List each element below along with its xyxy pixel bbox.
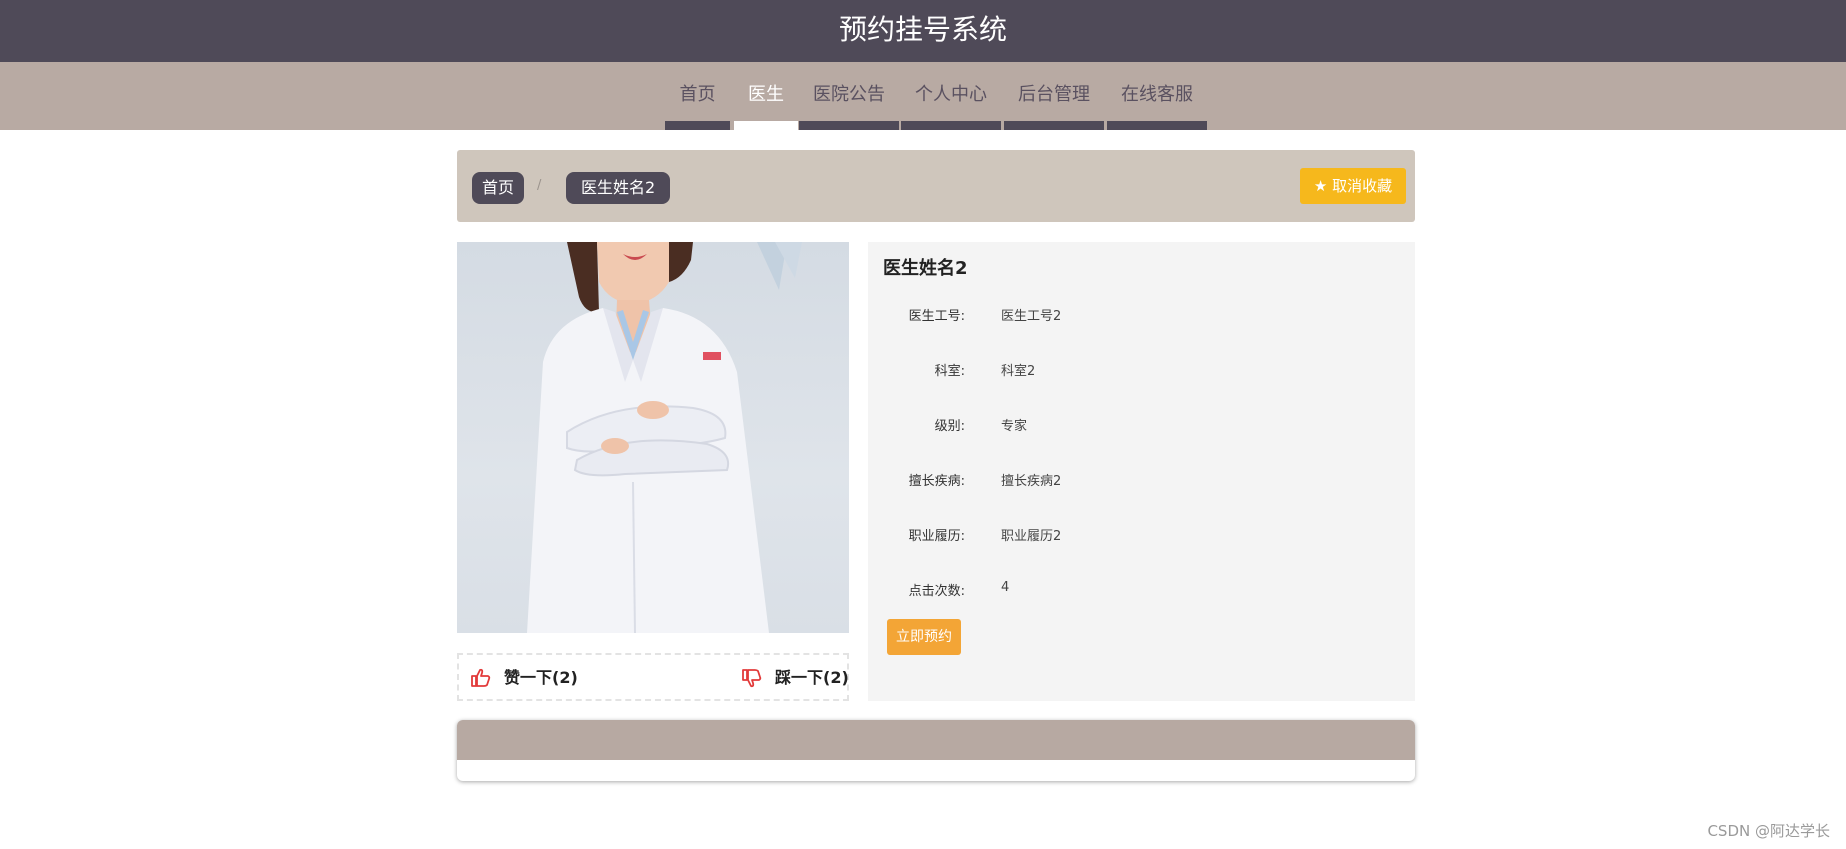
breadcrumb-current[interactable]: 医生姓名2 [566,172,671,204]
main-nav: 首页 医生 医院公告 个人中心 后台管理 在线客服 [0,62,1846,130]
site-title: 预约挂号系统 [838,13,1007,46]
nav-item-admin[interactable]: 后台管理 [1004,62,1104,130]
nav-item-online-service[interactable]: 在线客服 [1107,62,1207,130]
nav-underline [734,121,798,130]
nav-item-announcements[interactable]: 医院公告 [799,62,899,130]
nav-item-label: 在线客服 [1121,84,1193,105]
field-label: 职业履历: [908,529,965,544]
nav-item-doctors[interactable]: 医生 [734,62,798,130]
nav-item-personal-center[interactable]: 个人中心 [901,62,1001,130]
nav-underline [799,121,899,130]
book-now-button[interactable]: 立即预约 [887,619,961,655]
breadcrumb-home[interactable]: 首页 [472,172,525,204]
thumbs-up-icon [471,668,491,687]
star-icon: ★ [1313,177,1328,195]
field-label: 擅长疾病: [908,474,965,489]
nav-underline [901,121,1001,130]
like-label: 赞一下(2) [504,668,578,687]
doctor-name: 医生姓名2 [883,258,968,279]
thumbs-down-icon [742,669,762,688]
nav-item-label: 医院公告 [813,84,885,105]
unfavorite-label: 取消收藏 [1332,177,1393,195]
nav-underline [665,121,730,130]
field-label: 科室: [934,364,965,379]
nav-item-home[interactable]: 首页 [665,62,730,130]
comment-card-header [457,720,1415,760]
field-label: 医生工号: [908,309,965,324]
field-value: 擅长疾病2 [1001,474,1062,489]
top-header: 预约挂号系统 [0,0,1846,62]
comment-card [457,720,1415,781]
vote-box: 赞一下(2) 踩一下(2) [457,653,849,701]
field-value: 4 [1001,580,1010,595]
field-label: 点击次数: [908,584,965,599]
nav-underline [1004,121,1104,130]
doctor-photo [457,242,849,633]
breadcrumb-separator: / [537,178,542,193]
nav-item-label: 医生 [748,84,784,105]
doctor-info-panel: 医生姓名2 医生工号: 医生工号2 科室: 科室2 级别: 专家 擅长疾病: 擅… [868,242,1415,701]
nav-item-label: 个人中心 [915,84,987,105]
unfavorite-button[interactable]: ★ 取消收藏 [1300,168,1406,204]
dislike-label: 踩一下(2) [775,668,849,687]
field-label: 级别: [934,419,965,434]
nav-item-label: 首页 [679,84,716,105]
breadcrumb: 首页 / 医生姓名2 [457,150,1415,222]
field-value: 专家 [1001,419,1028,434]
nav-item-label: 后台管理 [1018,84,1090,105]
field-value: 医生工号2 [1001,309,1062,324]
watermark: CSDN @阿达学长 [1707,822,1830,840]
field-value: 职业履历2 [1001,529,1062,544]
nav-underline [1107,121,1207,130]
field-value: 科室2 [1001,364,1036,379]
